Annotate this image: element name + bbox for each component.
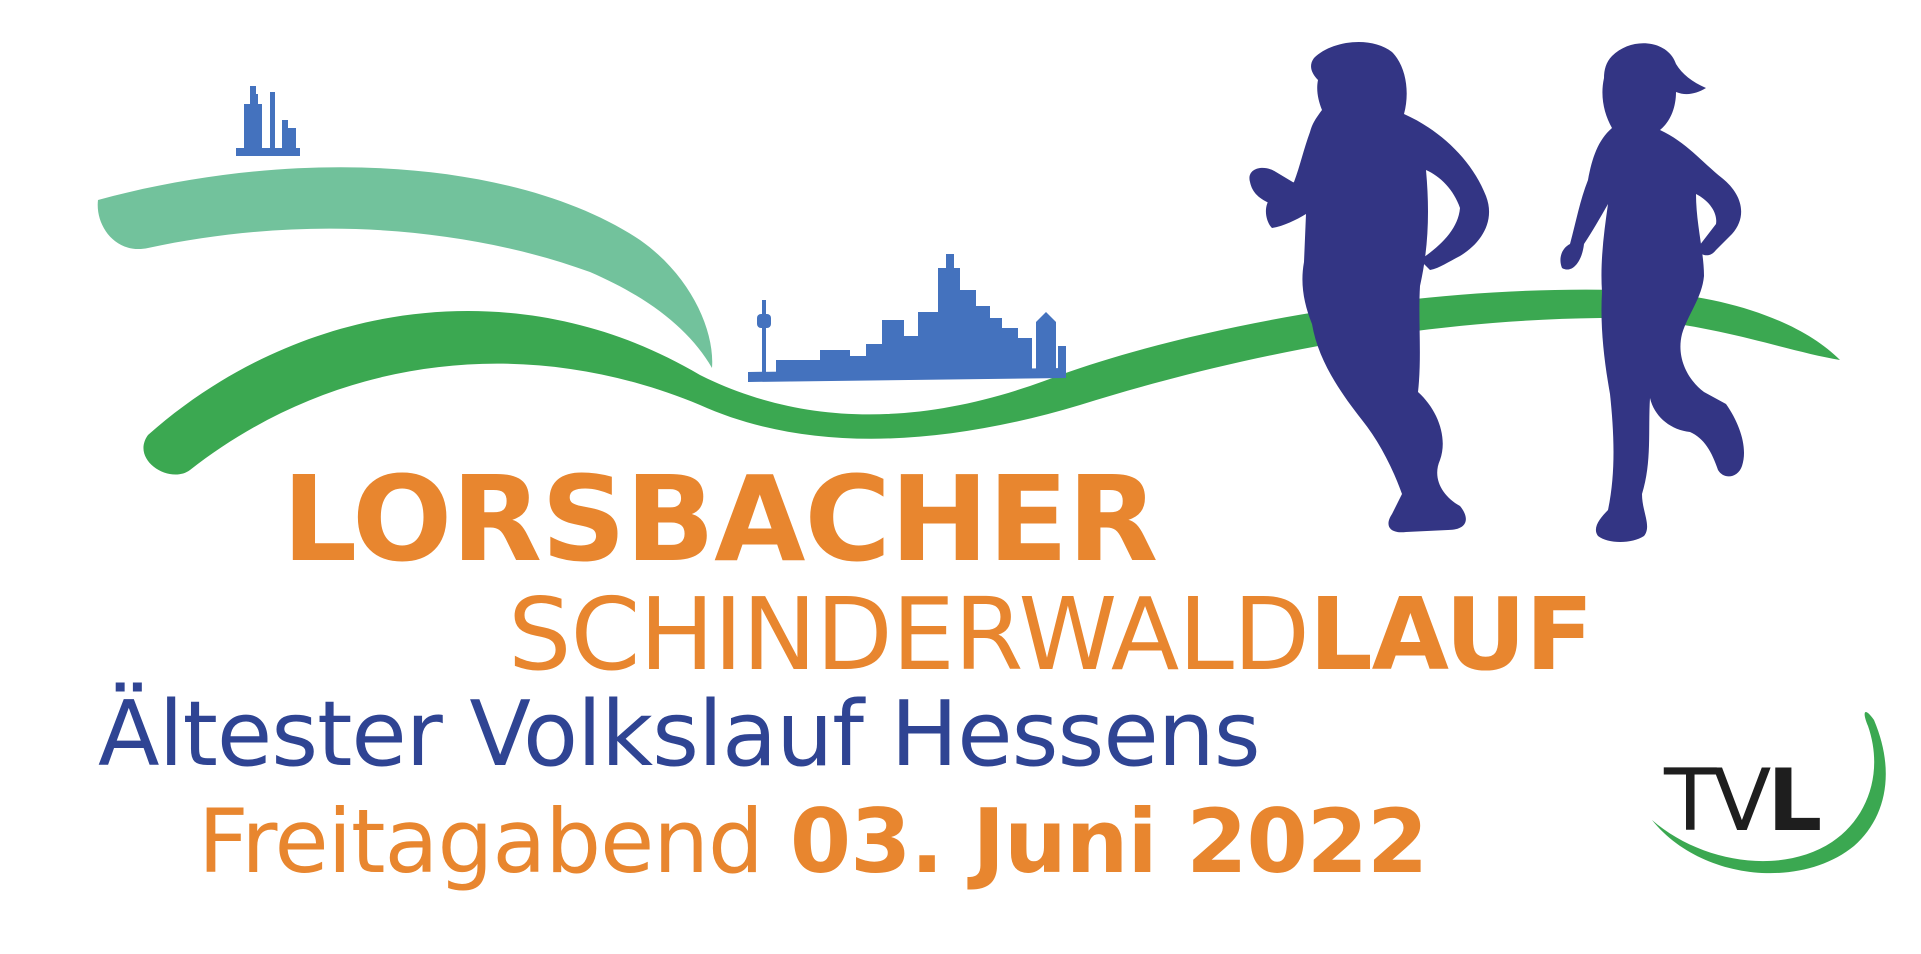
event-date-prefix: Freitagabend [198,790,764,893]
event-date-line: Freitagabend 03. Juni 2022 [198,798,1428,886]
ground-wave [143,289,1841,475]
event-logo: LORSBACHER SCHINDERWALDLAUF Ältester Vol… [0,0,1921,954]
club-logo-text: TVL [1664,758,1822,844]
tower-skyline-icon [236,86,300,156]
event-title-line1: LORSBACHER [282,450,1158,588]
event-date: 03. Juni 2022 [789,790,1428,893]
frankfurt-skyline-icon [748,254,1066,382]
event-subtitle: Ältester Volkslauf Hessens [98,682,1261,787]
club-abbr-bold: L [1767,751,1822,851]
event-title-bold: LAUF [1308,576,1594,693]
male-runner-icon [1249,41,1490,533]
event-title-line2: SCHINDERWALDLAUF [508,585,1594,685]
event-title-light: SCHINDERWALD [508,576,1310,693]
club-abbr-light: TV [1664,751,1771,851]
